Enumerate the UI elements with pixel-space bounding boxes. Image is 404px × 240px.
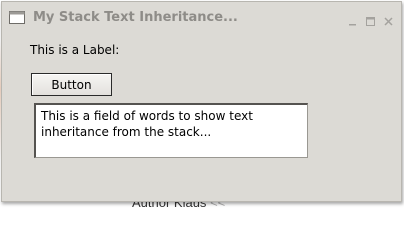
stack-window: My Stack Text Inheritance... This is a L…: [1, 1, 402, 202]
window-icon: [9, 9, 25, 24]
minimize-icon[interactable]: [348, 11, 357, 26]
stack-button[interactable]: Button: [31, 73, 112, 96]
text-field[interactable]: This is a field of words to show text in…: [34, 103, 308, 158]
stack-label: This is a Label:: [30, 43, 120, 57]
close-icon[interactable]: [384, 11, 393, 26]
title-bar[interactable]: My Stack Text Inheritance...: [2, 2, 401, 32]
window-controls: [348, 11, 393, 26]
maximize-icon[interactable]: [366, 11, 375, 26]
window-title: My Stack Text Inheritance...: [33, 10, 238, 25]
